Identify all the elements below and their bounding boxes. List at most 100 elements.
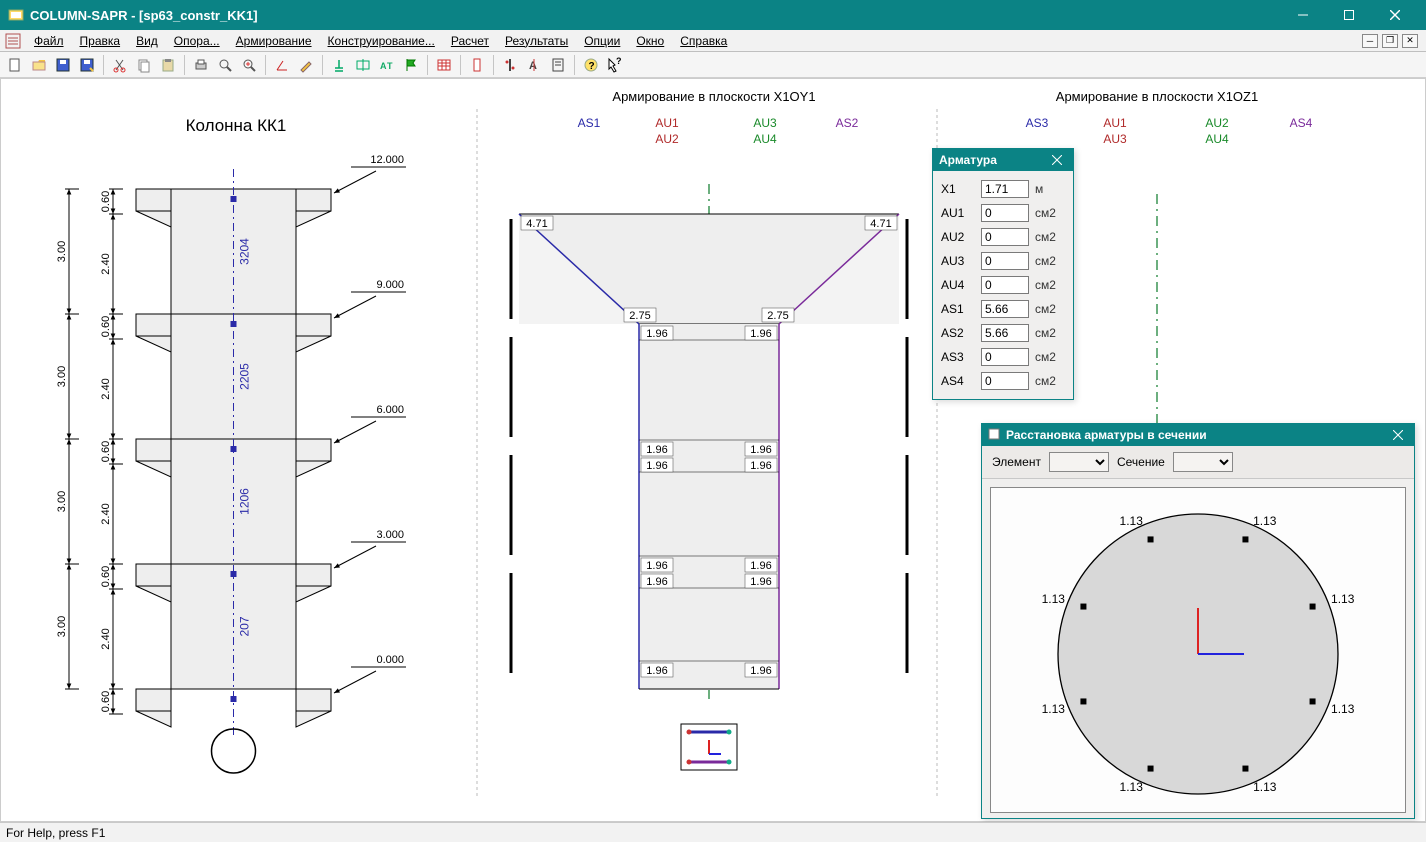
rebar-row: AS3 см2 bbox=[941, 345, 1065, 369]
rebar-key: AU3 bbox=[941, 254, 975, 268]
tb-print[interactable] bbox=[190, 54, 212, 76]
menu-calc[interactable]: Расчет bbox=[443, 32, 497, 50]
tb-section[interactable] bbox=[352, 54, 374, 76]
svg-text:1.96: 1.96 bbox=[750, 444, 771, 456]
close-button[interactable] bbox=[1372, 0, 1418, 30]
tb-open[interactable] bbox=[28, 54, 50, 76]
panel-section-canvas[interactable]: 1.131.131.131.131.131.131.131.13 bbox=[990, 487, 1406, 813]
panel-rebar-body: X1 мAU1 см2AU2 см2AU3 см2AU4 см2AS1 см2A… bbox=[933, 171, 1073, 399]
svg-text:1.13: 1.13 bbox=[1331, 592, 1355, 606]
maximize-button[interactable] bbox=[1326, 0, 1372, 30]
svg-text:207: 207 bbox=[238, 616, 252, 636]
section-section-label: Сечение bbox=[1117, 455, 1165, 469]
rebar-unit: см2 bbox=[1035, 230, 1065, 244]
svg-text:AS3: AS3 bbox=[1026, 116, 1049, 130]
tb-view4[interactable] bbox=[547, 54, 569, 76]
tb-new[interactable] bbox=[4, 54, 26, 76]
rebar-input-AU2[interactable] bbox=[981, 228, 1029, 246]
panel-section[interactable]: Расстановка арматуры в сечении Элемент С… bbox=[981, 423, 1415, 819]
menu-reinforcement[interactable]: Армирование bbox=[228, 32, 320, 50]
svg-text:1.96: 1.96 bbox=[646, 444, 667, 456]
tb-copy[interactable] bbox=[133, 54, 155, 76]
tb-pencil[interactable] bbox=[295, 54, 317, 76]
rebar-input-AU1[interactable] bbox=[981, 204, 1029, 222]
mdi-restore[interactable]: ❐ bbox=[1382, 34, 1398, 48]
rebar-row: AU2 см2 bbox=[941, 225, 1065, 249]
tb-zoom[interactable] bbox=[214, 54, 236, 76]
panel-section-close[interactable] bbox=[1388, 426, 1408, 444]
rebar-input-AS4[interactable] bbox=[981, 372, 1029, 390]
section-element-select[interactable] bbox=[1049, 452, 1109, 472]
toolbar: AT A ? ? bbox=[0, 52, 1426, 78]
svg-text:0.60: 0.60 bbox=[100, 566, 112, 587]
rebar-input-AU3[interactable] bbox=[981, 252, 1029, 270]
tb-text-at[interactable]: AT bbox=[376, 54, 398, 76]
tb-save[interactable] bbox=[52, 54, 74, 76]
panel-section-header[interactable]: Расстановка арматуры в сечении bbox=[982, 424, 1414, 446]
svg-text:1.96: 1.96 bbox=[646, 328, 667, 340]
menu-edit[interactable]: Правка bbox=[72, 32, 129, 50]
tb-table[interactable] bbox=[433, 54, 455, 76]
svg-text:T: T bbox=[387, 61, 393, 71]
panel-section-icon bbox=[988, 428, 1000, 443]
menu-file[interactable]: Файл bbox=[26, 32, 72, 50]
svg-text:2.40: 2.40 bbox=[100, 628, 112, 649]
rebar-input-AU4[interactable] bbox=[981, 276, 1029, 294]
rebar-row: X1 м bbox=[941, 177, 1065, 201]
menu-window[interactable]: Окно bbox=[628, 32, 672, 50]
svg-text:AU4: AU4 bbox=[1205, 132, 1229, 146]
tb-view1[interactable] bbox=[466, 54, 488, 76]
svg-text:Армирование в плоскости X1OY1: Армирование в плоскости X1OY1 bbox=[612, 89, 815, 104]
svg-text:6.000: 6.000 bbox=[376, 404, 404, 416]
status-bar: For Help, press F1 bbox=[0, 822, 1426, 842]
tb-paste[interactable] bbox=[157, 54, 179, 76]
rebar-input-AS1[interactable] bbox=[981, 300, 1029, 318]
rebar-unit: см2 bbox=[1035, 206, 1065, 220]
section-element-label: Элемент bbox=[992, 455, 1041, 469]
rebar-key: AU1 bbox=[941, 206, 975, 220]
rebar-row: AU4 см2 bbox=[941, 273, 1065, 297]
rebar-row: AU3 см2 bbox=[941, 249, 1065, 273]
tb-cut[interactable] bbox=[109, 54, 131, 76]
menu-results[interactable]: Результаты bbox=[497, 32, 576, 50]
section-section-select[interactable] bbox=[1173, 452, 1233, 472]
menu-supports[interactable]: Опора... bbox=[166, 32, 228, 50]
rebar-unit: м bbox=[1035, 182, 1065, 196]
tb-angle[interactable] bbox=[271, 54, 293, 76]
tb-whatsthis[interactable]: ? bbox=[604, 54, 626, 76]
svg-text:1.13: 1.13 bbox=[1253, 780, 1277, 794]
rebar-input-X1[interactable] bbox=[981, 180, 1029, 198]
tb-support[interactable] bbox=[328, 54, 350, 76]
svg-text:0.60: 0.60 bbox=[100, 316, 112, 337]
menu-options[interactable]: Опции bbox=[576, 32, 628, 50]
menu-construction[interactable]: Конструирование... bbox=[320, 32, 443, 50]
mdi-close[interactable]: ✕ bbox=[1402, 34, 1418, 48]
tb-flag[interactable] bbox=[400, 54, 422, 76]
window-title: COLUMN-SAPR - [sp63_constr_KK1] bbox=[30, 8, 258, 23]
panel-rebar-header[interactable]: Арматура bbox=[933, 149, 1073, 171]
tb-view2[interactable] bbox=[499, 54, 521, 76]
svg-text:4.71: 4.71 bbox=[526, 218, 547, 230]
minimize-button[interactable] bbox=[1280, 0, 1326, 30]
tb-zoom-fit[interactable] bbox=[238, 54, 260, 76]
svg-text:AU1: AU1 bbox=[1103, 116, 1127, 130]
panel-section-toolbar: Элемент Сечение bbox=[982, 446, 1414, 479]
rebar-input-AS3[interactable] bbox=[981, 348, 1029, 366]
menu-help[interactable]: Справка bbox=[672, 32, 735, 50]
panel-rebar[interactable]: Арматура X1 мAU1 см2AU2 см2AU3 см2AU4 см… bbox=[932, 148, 1074, 400]
rebar-row: AS1 см2 bbox=[941, 297, 1065, 321]
mdi-minimize[interactable]: ─ bbox=[1362, 34, 1378, 48]
rebar-input-AS2[interactable] bbox=[981, 324, 1029, 342]
tb-view3[interactable]: A bbox=[523, 54, 545, 76]
rebar-row: AS4 см2 bbox=[941, 369, 1065, 393]
svg-text:12.000: 12.000 bbox=[370, 154, 404, 166]
panel-rebar-close[interactable] bbox=[1047, 151, 1067, 169]
svg-text:1.96: 1.96 bbox=[750, 560, 771, 572]
menu-view[interactable]: Вид bbox=[128, 32, 166, 50]
svg-text:2.40: 2.40 bbox=[100, 253, 112, 274]
svg-text:2.40: 2.40 bbox=[100, 378, 112, 399]
svg-text:A: A bbox=[380, 61, 387, 71]
tb-help[interactable]: ? bbox=[580, 54, 602, 76]
tb-save-as[interactable] bbox=[76, 54, 98, 76]
svg-text:1.13: 1.13 bbox=[1042, 592, 1066, 606]
